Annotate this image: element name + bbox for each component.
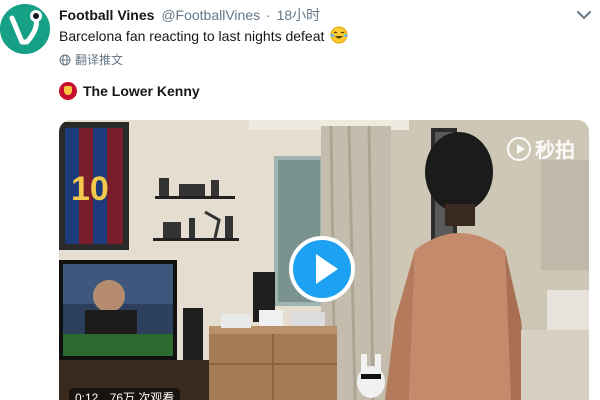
author-name[interactable]: Football Vines	[59, 7, 154, 23]
separator: ·	[266, 7, 271, 23]
play-button[interactable]	[289, 236, 355, 302]
globe-icon	[59, 54, 71, 66]
video-attribution[interactable]: The Lower Kenny	[59, 82, 200, 100]
video-views: 76万 次观看	[109, 391, 175, 400]
face-with-tears-of-joy-icon	[330, 26, 348, 48]
video-meta: 0:12 76万 次观看	[69, 388, 181, 400]
timestamp[interactable]: 18小时	[277, 7, 321, 23]
play-circle-icon	[507, 136, 531, 161]
tweet[interactable]: Football Vines @FootballVines · 18小时 Bar…	[0, 0, 600, 400]
tweet-text: Barcelona fan reacting to last nights de…	[59, 26, 348, 48]
attribution-name[interactable]: The Lower Kenny	[83, 83, 200, 99]
tweet-header: Football Vines @FootballVines · 18小时	[59, 6, 320, 24]
tweet-text-body: Barcelona fan reacting to last nights de…	[59, 28, 325, 44]
svg-text:10: 10	[71, 170, 109, 208]
miaopai-logo-icon: 秒拍	[507, 134, 575, 163]
watermark-text: 秒拍	[535, 140, 575, 162]
video-elapsed: 0:12	[75, 391, 99, 400]
avatar[interactable]	[0, 4, 50, 54]
chevron-down-icon[interactable]	[576, 8, 592, 20]
translate-tweet[interactable]: 翻译推文	[59, 52, 123, 68]
liverpool-crest-icon	[59, 82, 77, 100]
vine-logo-icon	[0, 4, 50, 54]
translate-label[interactable]: 翻译推文	[75, 52, 123, 68]
video-player[interactable]: 10 秒拍 0:12 76万 次观看	[59, 120, 589, 400]
author-handle[interactable]: @FootballVines	[161, 7, 260, 23]
